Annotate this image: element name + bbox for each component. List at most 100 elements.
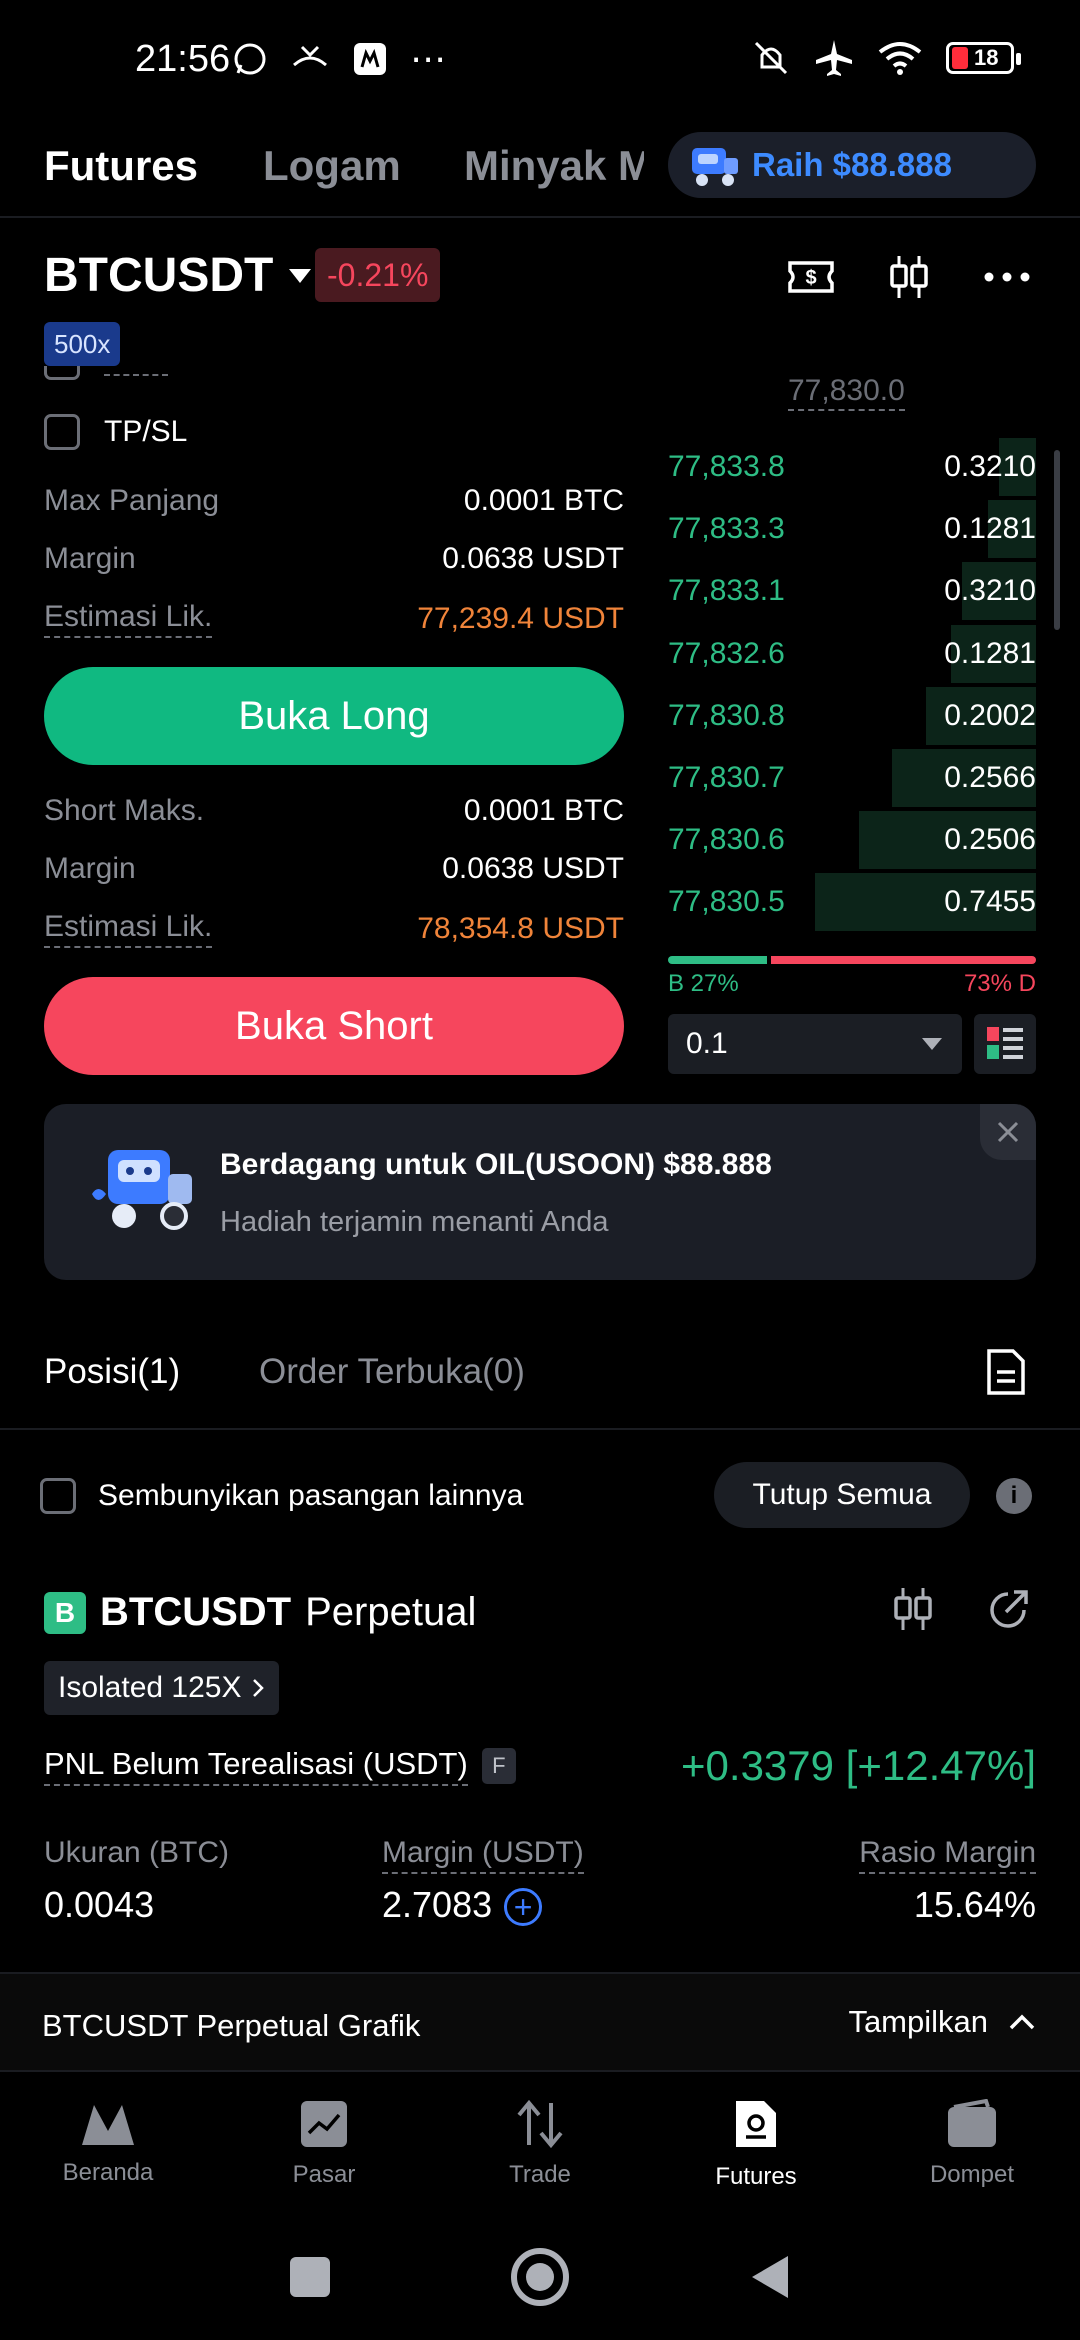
long-liq-label[interactable]: Estimasi Lik. [44, 600, 213, 638]
hide-pairs-checkbox[interactable] [40, 1478, 76, 1514]
whatsapp-icon [234, 43, 266, 75]
buy-sell-ratio-bar [668, 956, 1036, 964]
status-bar: 21:56 ⋯ 18 [0, 0, 1080, 125]
recents-button[interactable] [290, 2257, 331, 2297]
close-all-button[interactable]: Tutup Semua [714, 1462, 970, 1528]
margin-label[interactable]: Margin (USDT) [382, 1836, 584, 1874]
leverage-badge[interactable]: 500x [44, 322, 121, 366]
short-margin-value: 0.0638 USDT [442, 852, 624, 885]
close-icon [997, 1121, 1019, 1143]
nav-beranda[interactable]: Beranda [0, 2074, 216, 2214]
home-button[interactable] [510, 2248, 569, 2306]
tpsl-toggle[interactable]: TP/SL [44, 414, 187, 450]
status-left-icons: ⋯ [232, 38, 448, 80]
bid-price: 77,833.1 [668, 574, 785, 608]
nav-futures[interactable]: Futures [648, 2074, 864, 2214]
short-liq-row: Estimasi Lik. 78,354.8 USDT [44, 910, 624, 948]
long-margin-label: Margin [44, 542, 136, 575]
bid-quantity: 0.1281 [944, 512, 1036, 546]
trade-arrows-icon [517, 2099, 563, 2149]
robot-truck-icon [692, 148, 738, 186]
chart-collapse-bar[interactable]: BTCUSDT Perpetual Grafik Tampilkan [0, 1972, 1080, 2072]
promo-banner[interactable]: Berdagang untuk OIL(USOON) $88.888 Hadia… [44, 1104, 1036, 1280]
orderbook-row[interactable]: 77,832.6 0.1281 [668, 623, 1036, 685]
tab-positions[interactable]: Posisi(1) [44, 1352, 180, 1392]
open-short-button[interactable]: Buka Short [44, 977, 624, 1075]
orderbook-row[interactable]: 77,833.8 0.3210 [668, 436, 1036, 498]
tab-futures[interactable]: Futures [44, 142, 198, 190]
partial-label [104, 374, 168, 376]
bid-quantity: 0.2566 [944, 761, 1036, 794]
robot-truck-icon [92, 1150, 192, 1230]
orderbook-view-toggle[interactable] [974, 1014, 1036, 1074]
show-chart-toggle[interactable]: Tampilkan [848, 2004, 1036, 2040]
coupon-icon[interactable]: $ [784, 250, 838, 304]
tab-open-orders[interactable]: Order Terbuka(0) [259, 1352, 525, 1392]
orderbook-row[interactable]: 77,830.8 0.2002 [668, 685, 1036, 747]
airplane-mode-icon [816, 40, 852, 76]
more-notifications-icon: ⋯ [410, 38, 448, 79]
nav-trade[interactable]: Trade [432, 2074, 648, 2214]
banner-title: Berdagang untuk OIL(USOON) $88.888 [220, 1148, 772, 1181]
bid-price: 77,832.6 [668, 636, 785, 670]
pnl-f-badge[interactable]: F [481, 1748, 516, 1784]
margin-mode-badge[interactable]: Isolated 125X [44, 1661, 280, 1715]
long-liq-row: Estimasi Lik. 77,239.4 USDT [44, 600, 624, 638]
info-icon[interactable]: i [996, 1478, 1032, 1514]
orderbook-row[interactable]: 77,830.5 0.7455 [668, 871, 1036, 933]
orderbook-row[interactable]: 77,833.3 0.1281 [668, 498, 1036, 560]
candlestick-chart-icon[interactable] [890, 1586, 936, 1637]
nav-pasar[interactable]: Pasar [216, 2074, 432, 2214]
more-options-icon[interactable] [980, 250, 1034, 304]
back-button[interactable] [750, 2254, 790, 2300]
order-history-icon[interactable] [986, 1348, 1026, 1401]
bid-price: 77,830.7 [668, 761, 785, 794]
bid-quantity: 0.2506 [944, 823, 1036, 857]
system-navigation [0, 2214, 1080, 2340]
nav-dompet[interactable]: Dompet [864, 2074, 1080, 2214]
promo-pill[interactable]: Raih $88.888 [668, 132, 1036, 198]
orderbook-row[interactable]: 77,830.7 0.2566 [668, 747, 1036, 809]
home-logo-icon [82, 2105, 134, 2145]
bid-quantity: 0.3210 [944, 574, 1036, 608]
tpsl-checkbox[interactable] [44, 414, 80, 450]
share-icon[interactable] [984, 1586, 1032, 1639]
chevron-right-icon [253, 1679, 265, 1697]
pair-symbol: BTCUSDT [44, 249, 274, 302]
divider [0, 216, 1080, 218]
svg-text:$: $ [805, 267, 816, 289]
long-liq-value: 77,239.4 USDT [417, 602, 624, 635]
long-margin-row: Margin 0.0638 USDT [44, 542, 624, 576]
short-margin-row: Margin 0.0638 USDT [44, 852, 624, 886]
wifi-icon [878, 42, 922, 75]
tab-logam[interactable]: Logam [263, 142, 401, 190]
tab-minyak[interactable]: Minyak M [464, 142, 644, 190]
price-change-badge: -0.21% [315, 248, 441, 302]
unrealized-pnl-label[interactable]: PNL Belum Terealisasi (USDT) [44, 1746, 468, 1786]
orderbook-scrollbar[interactable] [1054, 450, 1060, 630]
candlestick-chart-icon[interactable] [882, 250, 936, 304]
short-max-row: Short Maks. 0.0001 BTC [44, 794, 624, 828]
orderbook-row[interactable]: 77,833.1 0.3210 [668, 560, 1036, 622]
hide-pairs-label: Sembunyikan pasangan lainnya [98, 1479, 524, 1512]
margin-ratio-label[interactable]: Rasio Margin [859, 1836, 1036, 1874]
bid-price: 77,833.8 [668, 450, 785, 483]
long-max-value: 0.0001 BTC [463, 484, 624, 517]
short-liq-label[interactable]: Estimasi Lik. [44, 910, 213, 948]
position-title[interactable]: B BTCUSDT Perpetual [44, 1590, 476, 1635]
pair-selector[interactable]: BTCUSDT [44, 248, 313, 303]
chevron-up-icon [1009, 2014, 1035, 2030]
hide-other-pairs-toggle[interactable]: Sembunyikan pasangan lainnya [40, 1478, 523, 1514]
depth-step-select[interactable]: 0.1 [668, 1014, 962, 1074]
open-long-button[interactable]: Buka Long [44, 667, 624, 765]
bid-price: 77,830.5 [668, 885, 785, 919]
ratio-labels: B 27% 73% D [668, 970, 1036, 998]
close-banner-button[interactable] [980, 1104, 1036, 1160]
orderbook-row[interactable]: 77,830.6 0.2506 [668, 809, 1036, 871]
chart-bar-title: BTCUSDT Perpetual Grafik [42, 2008, 421, 2043]
add-margin-icon[interactable]: + [504, 1888, 543, 1927]
caret-down-icon [922, 1038, 942, 1050]
status-time: 21:56 [135, 38, 231, 80]
margin-mode-label: Isolated 125X [58, 1671, 242, 1704]
bid-quantity: 0.2002 [944, 698, 1036, 732]
